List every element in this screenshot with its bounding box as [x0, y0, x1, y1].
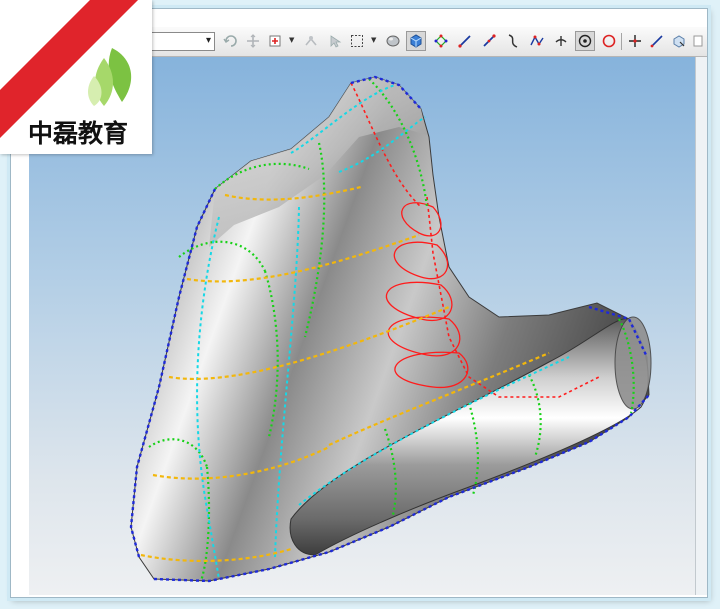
line-icon[interactable] — [455, 31, 475, 51]
rotate-icon[interactable] — [221, 31, 241, 51]
cross-icon[interactable] — [625, 31, 645, 51]
logo-brand-name: 中磊教育 — [28, 119, 129, 148]
vertical-scrollbar[interactable] — [695, 57, 707, 595]
box-select-icon[interactable] — [347, 31, 367, 51]
spline-icon[interactable] — [527, 31, 547, 51]
snap-icon[interactable] — [301, 31, 321, 51]
curve-icon[interactable] — [503, 31, 523, 51]
polyline-icon[interactable] — [479, 31, 499, 51]
circle-center-icon[interactable] — [575, 31, 595, 51]
layer-dropdown[interactable]: ▾ — [143, 32, 215, 51]
logo-watermark: 9SUG 学UG就上UG网 中磊教育 — [0, 0, 152, 154]
leaf-logo-icon — [88, 48, 132, 106]
edit-line-icon[interactable] — [647, 31, 667, 51]
wireframe-cube-icon[interactable] — [406, 31, 426, 51]
pan-icon[interactable] — [243, 31, 263, 51]
point-cloud-icon[interactable] — [431, 31, 451, 51]
select-all-icon[interactable] — [325, 31, 345, 51]
toolbar-overflow-icon[interactable] — [691, 31, 705, 51]
fit-icon[interactable] — [265, 31, 285, 51]
circle-icon[interactable] — [599, 31, 619, 51]
intersect-icon[interactable] — [551, 31, 571, 51]
view-cube-icon[interactable] — [669, 31, 689, 51]
toolbar-separator — [621, 33, 622, 50]
shaded-icon[interactable] — [383, 31, 403, 51]
chevron-down-icon[interactable]: ▼ — [289, 36, 294, 44]
chevron-down-icon: ▾ — [205, 35, 211, 46]
chevron-down-icon[interactable]: ▼ — [371, 36, 376, 44]
